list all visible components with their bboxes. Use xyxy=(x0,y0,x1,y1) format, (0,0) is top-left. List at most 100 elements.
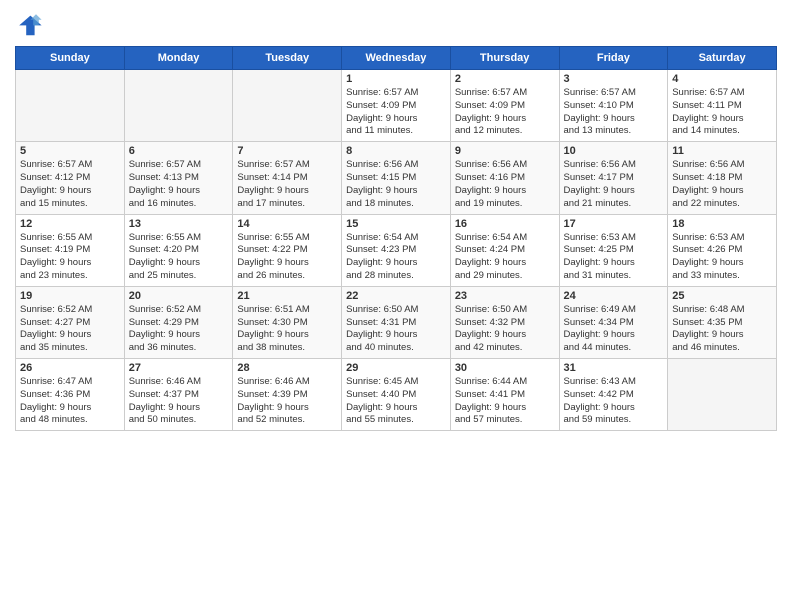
day-number: 18 xyxy=(672,218,772,230)
day-number: 28 xyxy=(237,362,337,374)
calendar-cell: 21 Sunrise: 6:51 AM Sunset: 4:30 PM Dayli… xyxy=(233,286,342,358)
day-number: 22 xyxy=(346,290,446,302)
day-number: 19 xyxy=(20,290,120,302)
calendar-cell: 24 Sunrise: 6:49 AM Sunset: 4:34 PM Dayli… xyxy=(559,286,668,358)
day-number: 21 xyxy=(237,290,337,302)
calendar-week-row: 12 Sunrise: 6:55 AM Sunset: 4:19 PM Dayli… xyxy=(16,214,777,286)
weekday-header: Wednesday xyxy=(342,47,451,70)
weekday-header: Thursday xyxy=(450,47,559,70)
calendar-cell: 3Sunrise: 6:57 AM Sunset: 4:10 PM Daylig… xyxy=(559,70,668,142)
day-number: 10 xyxy=(564,145,664,157)
calendar-cell: 18 Sunrise: 6:53 AM Sunset: 4:26 PM Dayli… xyxy=(668,214,777,286)
calendar-cell: 13 Sunrise: 6:55 AM Sunset: 4:20 PM Dayli… xyxy=(124,214,233,286)
day-number: 26 xyxy=(20,362,120,374)
day-number: 24 xyxy=(564,290,664,302)
calendar-cell: 15 Sunrise: 6:54 AM Sunset: 4:23 PM Dayli… xyxy=(342,214,451,286)
day-info: Sunrise: 6:52 AM Sunset: 4:27 PM Dayligh… xyxy=(20,304,120,355)
calendar-cell: 19 Sunrise: 6:52 AM Sunset: 4:27 PM Dayli… xyxy=(16,286,125,358)
calendar-cell: 29 Sunrise: 6:45 AM Sunset: 4:40 PM Dayli… xyxy=(342,359,451,431)
weekday-header: Tuesday xyxy=(233,47,342,70)
day-info: Sunrise: 6:54 AM Sunset: 4:24 PM Dayligh… xyxy=(455,232,555,283)
day-number: 5 xyxy=(20,145,120,157)
day-number: 29 xyxy=(346,362,446,374)
calendar-cell xyxy=(668,359,777,431)
calendar-cell: 20 Sunrise: 6:52 AM Sunset: 4:29 PM Dayli… xyxy=(124,286,233,358)
day-info: Sunrise: 6:46 AM Sunset: 4:37 PM Dayligh… xyxy=(129,376,229,427)
day-info: Sunrise: 6:52 AM Sunset: 4:29 PM Dayligh… xyxy=(129,304,229,355)
calendar-week-row: 5Sunrise: 6:57 AM Sunset: 4:12 PM Daylig… xyxy=(16,142,777,214)
day-info: Sunrise: 6:56 AM Sunset: 4:16 PM Dayligh… xyxy=(455,159,555,210)
calendar-body: 1Sunrise: 6:57 AM Sunset: 4:09 PM Daylig… xyxy=(16,70,777,431)
day-info: Sunrise: 6:50 AM Sunset: 4:32 PM Dayligh… xyxy=(455,304,555,355)
day-number: 25 xyxy=(672,290,772,302)
day-info: Sunrise: 6:57 AM Sunset: 4:14 PM Dayligh… xyxy=(237,159,337,210)
day-info: Sunrise: 6:53 AM Sunset: 4:25 PM Dayligh… xyxy=(564,232,664,283)
weekday-header: Sunday xyxy=(16,47,125,70)
day-number: 4 xyxy=(672,73,772,85)
day-number: 14 xyxy=(237,218,337,230)
day-info: Sunrise: 6:57 AM Sunset: 4:13 PM Dayligh… xyxy=(129,159,229,210)
day-number: 15 xyxy=(346,218,446,230)
calendar-cell: 30 Sunrise: 6:44 AM Sunset: 4:41 PM Dayli… xyxy=(450,359,559,431)
day-number: 2 xyxy=(455,73,555,85)
day-info: Sunrise: 6:56 AM Sunset: 4:15 PM Dayligh… xyxy=(346,159,446,210)
calendar-cell xyxy=(16,70,125,142)
day-info: Sunrise: 6:53 AM Sunset: 4:26 PM Dayligh… xyxy=(672,232,772,283)
calendar-cell xyxy=(124,70,233,142)
day-info: Sunrise: 6:44 AM Sunset: 4:41 PM Dayligh… xyxy=(455,376,555,427)
day-number: 12 xyxy=(20,218,120,230)
day-info: Sunrise: 6:49 AM Sunset: 4:34 PM Dayligh… xyxy=(564,304,664,355)
day-info: Sunrise: 6:56 AM Sunset: 4:17 PM Dayligh… xyxy=(564,159,664,210)
weekday-header: Friday xyxy=(559,47,668,70)
calendar-cell: 26 Sunrise: 6:47 AM Sunset: 4:36 PM Dayli… xyxy=(16,359,125,431)
day-info: Sunrise: 6:45 AM Sunset: 4:40 PM Dayligh… xyxy=(346,376,446,427)
calendar-cell: 12 Sunrise: 6:55 AM Sunset: 4:19 PM Dayli… xyxy=(16,214,125,286)
day-number: 30 xyxy=(455,362,555,374)
day-number: 6 xyxy=(129,145,229,157)
calendar-cell: 27 Sunrise: 6:46 AM Sunset: 4:37 PM Dayli… xyxy=(124,359,233,431)
header xyxy=(15,10,777,38)
calendar-cell: 22Sunrise: 6:50 AM Sunset: 4:31 PM Dayli… xyxy=(342,286,451,358)
day-number: 13 xyxy=(129,218,229,230)
day-info: Sunrise: 6:57 AM Sunset: 4:09 PM Dayligh… xyxy=(346,87,446,138)
day-info: Sunrise: 6:55 AM Sunset: 4:19 PM Dayligh… xyxy=(20,232,120,283)
day-info: Sunrise: 6:51 AM Sunset: 4:30 PM Dayligh… xyxy=(237,304,337,355)
day-number: 20 xyxy=(129,290,229,302)
weekday-header: Monday xyxy=(124,47,233,70)
day-number: 23 xyxy=(455,290,555,302)
weekday-header: Saturday xyxy=(668,47,777,70)
weekday-header-row: SundayMondayTuesdayWednesdayThursdayFrid… xyxy=(16,47,777,70)
calendar-cell xyxy=(233,70,342,142)
day-number: 27 xyxy=(129,362,229,374)
day-info: Sunrise: 6:48 AM Sunset: 4:35 PM Dayligh… xyxy=(672,304,772,355)
day-info: Sunrise: 6:43 AM Sunset: 4:42 PM Dayligh… xyxy=(564,376,664,427)
page: SundayMondayTuesdayWednesdayThursdayFrid… xyxy=(0,0,792,612)
calendar-week-row: 1Sunrise: 6:57 AM Sunset: 4:09 PM Daylig… xyxy=(16,70,777,142)
day-number: 31 xyxy=(564,362,664,374)
calendar-cell: 31 Sunrise: 6:43 AM Sunset: 4:42 PM Dayli… xyxy=(559,359,668,431)
calendar-cell: 17Sunrise: 6:53 AM Sunset: 4:25 PM Dayli… xyxy=(559,214,668,286)
day-info: Sunrise: 6:56 AM Sunset: 4:18 PM Dayligh… xyxy=(672,159,772,210)
calendar-cell: 7 Sunrise: 6:57 AM Sunset: 4:14 PM Daylig… xyxy=(233,142,342,214)
calendar-cell: 2 Sunrise: 6:57 AM Sunset: 4:09 PM Daylig… xyxy=(450,70,559,142)
day-number: 7 xyxy=(237,145,337,157)
calendar-cell: 11Sunrise: 6:56 AM Sunset: 4:18 PM Dayli… xyxy=(668,142,777,214)
day-info: Sunrise: 6:47 AM Sunset: 4:36 PM Dayligh… xyxy=(20,376,120,427)
logo xyxy=(15,10,47,38)
calendar-cell: 10 Sunrise: 6:56 AM Sunset: 4:17 PM Dayli… xyxy=(559,142,668,214)
day-info: Sunrise: 6:57 AM Sunset: 4:09 PM Dayligh… xyxy=(455,87,555,138)
calendar-week-row: 26 Sunrise: 6:47 AM Sunset: 4:36 PM Dayli… xyxy=(16,359,777,431)
day-info: Sunrise: 6:55 AM Sunset: 4:22 PM Dayligh… xyxy=(237,232,337,283)
day-info: Sunrise: 6:57 AM Sunset: 4:10 PM Dayligh… xyxy=(564,87,664,138)
calendar-cell: 28Sunrise: 6:46 AM Sunset: 4:39 PM Dayli… xyxy=(233,359,342,431)
day-info: Sunrise: 6:55 AM Sunset: 4:20 PM Dayligh… xyxy=(129,232,229,283)
calendar-cell: 4 Sunrise: 6:57 AM Sunset: 4:11 PM Daylig… xyxy=(668,70,777,142)
calendar-cell: 1Sunrise: 6:57 AM Sunset: 4:09 PM Daylig… xyxy=(342,70,451,142)
day-info: Sunrise: 6:57 AM Sunset: 4:11 PM Dayligh… xyxy=(672,87,772,138)
day-info: Sunrise: 6:54 AM Sunset: 4:23 PM Dayligh… xyxy=(346,232,446,283)
calendar-cell: 6 Sunrise: 6:57 AM Sunset: 4:13 PM Daylig… xyxy=(124,142,233,214)
day-number: 8 xyxy=(346,145,446,157)
calendar-week-row: 19 Sunrise: 6:52 AM Sunset: 4:27 PM Dayli… xyxy=(16,286,777,358)
logo-icon xyxy=(15,10,43,38)
day-number: 16 xyxy=(455,218,555,230)
